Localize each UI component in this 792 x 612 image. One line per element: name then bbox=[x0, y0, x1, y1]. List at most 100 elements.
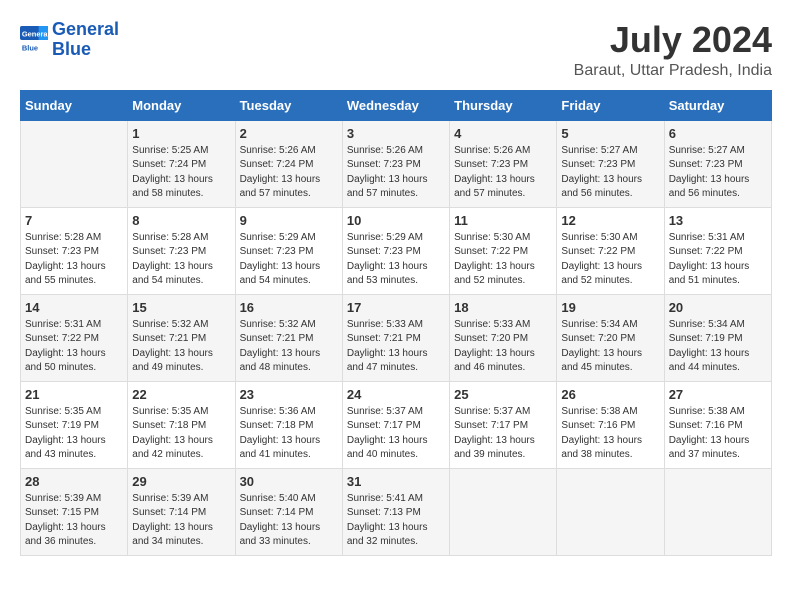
weekday-header-saturday: Saturday bbox=[664, 90, 771, 120]
calendar-cell: 12 Sunrise: 5:30 AMSunset: 7:22 PMDayligh… bbox=[557, 207, 664, 294]
calendar-cell: 6 Sunrise: 5:27 AMSunset: 7:23 PMDaylight… bbox=[664, 120, 771, 207]
day-number: 7 bbox=[25, 213, 123, 228]
day-number: 9 bbox=[240, 213, 338, 228]
day-number: 22 bbox=[132, 387, 230, 402]
logo: General Blue General Blue bbox=[20, 20, 119, 60]
weekday-header-row: SundayMondayTuesdayWednesdayThursdayFrid… bbox=[21, 90, 772, 120]
calendar-cell: 19 Sunrise: 5:34 AMSunset: 7:20 PMDayligh… bbox=[557, 294, 664, 381]
weekday-header-tuesday: Tuesday bbox=[235, 90, 342, 120]
calendar-week-row: 21Sunrise: 5:35 AMSunset: 7:19 PMDayligh… bbox=[21, 381, 772, 468]
day-number: 10 bbox=[347, 213, 445, 228]
day-number: 27 bbox=[669, 387, 767, 402]
logo-icon: General Blue bbox=[20, 26, 48, 54]
day-info: Sunrise: 5:33 AMSunset: 7:21 PMDaylight:… bbox=[347, 318, 445, 376]
day-info: Sunrise: 5:30 AMSunset: 7:22 PMDaylight:… bbox=[561, 231, 659, 289]
day-info: Sunrise: 5:25 AMSunset: 7:24 PMDaylight:… bbox=[132, 144, 230, 202]
calendar-cell: 21Sunrise: 5:35 AMSunset: 7:19 PMDayligh… bbox=[21, 381, 128, 468]
weekday-header-friday: Friday bbox=[557, 90, 664, 120]
day-info: Sunrise: 5:30 AMSunset: 7:22 PMDaylight:… bbox=[454, 231, 552, 289]
calendar-cell: 5Sunrise: 5:27 AMSunset: 7:23 PMDaylight… bbox=[557, 120, 664, 207]
weekday-header-sunday: Sunday bbox=[21, 90, 128, 120]
day-number: 14 bbox=[25, 300, 123, 315]
calendar-cell: 8 Sunrise: 5:28 AMSunset: 7:23 PMDaylight… bbox=[128, 207, 235, 294]
day-info: Sunrise: 5:32 AMSunset: 7:21 PMDaylight:… bbox=[240, 318, 338, 376]
calendar-week-row: 14 Sunrise: 5:31 AMSunset: 7:22 PMDayligh… bbox=[21, 294, 772, 381]
day-info: Sunrise: 5:26 AMSunset: 7:23 PMDaylight:… bbox=[454, 144, 552, 202]
calendar-cell: 3Sunrise: 5:26 AMSunset: 7:23 PMDaylight… bbox=[342, 120, 449, 207]
day-number: 18 bbox=[454, 300, 552, 315]
calendar-cell: 31 Sunrise: 5:41 AMSunset: 7:13 PMDayligh… bbox=[342, 468, 449, 555]
calendar-cell: 2 Sunrise: 5:26 AMSunset: 7:24 PMDaylight… bbox=[235, 120, 342, 207]
day-number: 23 bbox=[240, 387, 338, 402]
calendar-cell bbox=[450, 468, 557, 555]
day-number: 21 bbox=[25, 387, 123, 402]
day-number: 1 bbox=[132, 126, 230, 141]
day-number: 31 bbox=[347, 474, 445, 489]
calendar-cell: 25 Sunrise: 5:37 AMSunset: 7:17 PMDayligh… bbox=[450, 381, 557, 468]
day-number: 30 bbox=[240, 474, 338, 489]
day-info: Sunrise: 5:33 AMSunset: 7:20 PMDaylight:… bbox=[454, 318, 552, 376]
day-number: 25 bbox=[454, 387, 552, 402]
day-info: Sunrise: 5:31 AMSunset: 7:22 PMDaylight:… bbox=[25, 318, 123, 376]
day-number: 13 bbox=[669, 213, 767, 228]
calendar-cell: 29Sunrise: 5:39 AMSunset: 7:14 PMDayligh… bbox=[128, 468, 235, 555]
day-number: 19 bbox=[561, 300, 659, 315]
day-info: Sunrise: 5:28 AMSunset: 7:23 PMDaylight:… bbox=[132, 231, 230, 289]
calendar-cell: 26Sunrise: 5:38 AMSunset: 7:16 PMDayligh… bbox=[557, 381, 664, 468]
day-number: 16 bbox=[240, 300, 338, 315]
calendar-cell: 30 Sunrise: 5:40 AMSunset: 7:14 PMDayligh… bbox=[235, 468, 342, 555]
calendar-cell: 16 Sunrise: 5:32 AMSunset: 7:21 PMDayligh… bbox=[235, 294, 342, 381]
day-info: Sunrise: 5:40 AMSunset: 7:14 PMDaylight:… bbox=[240, 492, 338, 550]
day-number: 28 bbox=[25, 474, 123, 489]
calendar-cell: 14 Sunrise: 5:31 AMSunset: 7:22 PMDayligh… bbox=[21, 294, 128, 381]
day-info: Sunrise: 5:34 AMSunset: 7:20 PMDaylight:… bbox=[561, 318, 659, 376]
day-info: Sunrise: 5:38 AMSunset: 7:16 PMDaylight:… bbox=[669, 405, 767, 463]
day-info: Sunrise: 5:37 AMSunset: 7:17 PMDaylight:… bbox=[454, 405, 552, 463]
day-info: Sunrise: 5:31 AMSunset: 7:22 PMDaylight:… bbox=[669, 231, 767, 289]
day-number: 8 bbox=[132, 213, 230, 228]
weekday-header-wednesday: Wednesday bbox=[342, 90, 449, 120]
logo-text: General Blue bbox=[52, 20, 119, 60]
weekday-header-thursday: Thursday bbox=[450, 90, 557, 120]
calendar-week-row: 7 Sunrise: 5:28 AMSunset: 7:23 PMDaylight… bbox=[21, 207, 772, 294]
calendar-cell: 23 Sunrise: 5:36 AMSunset: 7:18 PMDayligh… bbox=[235, 381, 342, 468]
day-info: Sunrise: 5:26 AMSunset: 7:24 PMDaylight:… bbox=[240, 144, 338, 202]
calendar-cell: 20Sunrise: 5:34 AMSunset: 7:19 PMDayligh… bbox=[664, 294, 771, 381]
day-info: Sunrise: 5:37 AMSunset: 7:17 PMDaylight:… bbox=[347, 405, 445, 463]
day-info: Sunrise: 5:36 AMSunset: 7:18 PMDaylight:… bbox=[240, 405, 338, 463]
calendar-cell: 11Sunrise: 5:30 AMSunset: 7:22 PMDayligh… bbox=[450, 207, 557, 294]
day-info: Sunrise: 5:39 AMSunset: 7:15 PMDaylight:… bbox=[25, 492, 123, 550]
page-header: General Blue General Blue July 2024 Bara… bbox=[20, 20, 772, 80]
calendar-cell bbox=[664, 468, 771, 555]
day-number: 12 bbox=[561, 213, 659, 228]
day-info: Sunrise: 5:27 AMSunset: 7:23 PMDaylight:… bbox=[669, 144, 767, 202]
day-number: 26 bbox=[561, 387, 659, 402]
day-info: Sunrise: 5:26 AMSunset: 7:23 PMDaylight:… bbox=[347, 144, 445, 202]
calendar-cell bbox=[21, 120, 128, 207]
calendar-cell: 9Sunrise: 5:29 AMSunset: 7:23 PMDaylight… bbox=[235, 207, 342, 294]
calendar-week-row: 28 Sunrise: 5:39 AMSunset: 7:15 PMDayligh… bbox=[21, 468, 772, 555]
day-number: 15 bbox=[132, 300, 230, 315]
day-info: Sunrise: 5:41 AMSunset: 7:13 PMDaylight:… bbox=[347, 492, 445, 550]
calendar-cell bbox=[557, 468, 664, 555]
day-info: Sunrise: 5:35 AMSunset: 7:18 PMDaylight:… bbox=[132, 405, 230, 463]
calendar-cell: 13 Sunrise: 5:31 AMSunset: 7:22 PMDayligh… bbox=[664, 207, 771, 294]
calendar-cell: 18 Sunrise: 5:33 AMSunset: 7:20 PMDayligh… bbox=[450, 294, 557, 381]
day-info: Sunrise: 5:29 AMSunset: 7:23 PMDaylight:… bbox=[347, 231, 445, 289]
weekday-header-monday: Monday bbox=[128, 90, 235, 120]
day-number: 29 bbox=[132, 474, 230, 489]
day-number: 6 bbox=[669, 126, 767, 141]
day-number: 2 bbox=[240, 126, 338, 141]
calendar-cell: 15Sunrise: 5:32 AMSunset: 7:21 PMDayligh… bbox=[128, 294, 235, 381]
svg-text:Blue: Blue bbox=[22, 43, 38, 52]
day-info: Sunrise: 5:34 AMSunset: 7:19 PMDaylight:… bbox=[669, 318, 767, 376]
day-number: 24 bbox=[347, 387, 445, 402]
day-number: 17 bbox=[347, 300, 445, 315]
calendar-cell: 1 Sunrise: 5:25 AMSunset: 7:24 PMDaylight… bbox=[128, 120, 235, 207]
calendar-table: SundayMondayTuesdayWednesdayThursdayFrid… bbox=[20, 90, 772, 556]
calendar-cell: 27 Sunrise: 5:38 AMSunset: 7:16 PMDayligh… bbox=[664, 381, 771, 468]
day-info: Sunrise: 5:28 AMSunset: 7:23 PMDaylight:… bbox=[25, 231, 123, 289]
svg-text:General: General bbox=[22, 29, 48, 38]
calendar-cell: 24 Sunrise: 5:37 AMSunset: 7:17 PMDayligh… bbox=[342, 381, 449, 468]
calendar-cell: 7 Sunrise: 5:28 AMSunset: 7:23 PMDaylight… bbox=[21, 207, 128, 294]
